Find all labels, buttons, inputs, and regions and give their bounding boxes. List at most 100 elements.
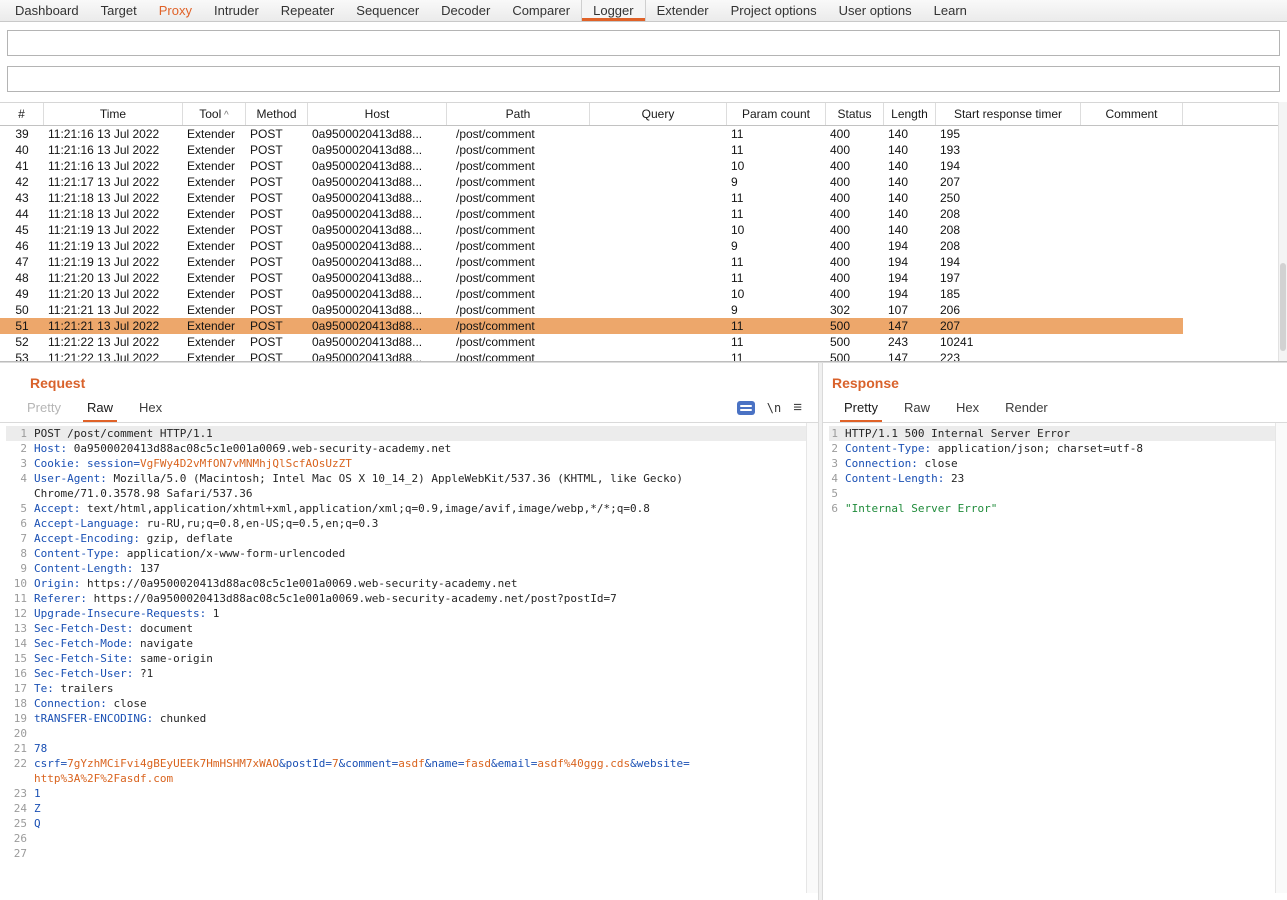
cell-timer: 208 <box>936 238 1081 254</box>
log-row-40[interactable]: 4011:21:16 13 Jul 2022ExtenderPOST0a9500… <box>0 142 1287 158</box>
editor-line[interactable]: 14Sec-Fetch-Mode: navigate <box>6 636 818 651</box>
top-tab-target[interactable]: Target <box>90 0 148 21</box>
cell-number: 46 <box>0 238 44 254</box>
editor-line[interactable]: 19tRANSFER-ENCODING: chunked <box>6 711 818 726</box>
column-header-number[interactable]: # <box>0 103 44 125</box>
top-tab-intruder[interactable]: Intruder <box>203 0 270 21</box>
capture-filter-bar[interactable]: Capture filter: Logger memory limit set … <box>7 30 1280 56</box>
log-row-49[interactable]: 4911:21:20 13 Jul 2022ExtenderPOST0a9500… <box>0 286 1287 302</box>
subtab-raw[interactable]: Raw <box>74 393 126 422</box>
column-header-method[interactable]: Method <box>246 103 308 125</box>
top-tab-logger[interactable]: Logger <box>581 0 645 21</box>
editor-line[interactable]: 6Accept-Language: ru-RU,ru;q=0.8,en-US;q… <box>6 516 818 531</box>
log-row-41[interactable]: 4111:21:16 13 Jul 2022ExtenderPOST0a9500… <box>0 158 1287 174</box>
editor-line[interactable]: 2178 <box>6 741 818 756</box>
top-tab-decoder[interactable]: Decoder <box>430 0 501 21</box>
newline-toggle[interactable]: \n <box>767 401 781 415</box>
response-editor-scrollbar[interactable] <box>1275 423 1287 893</box>
log-row-51[interactable]: 5111:21:21 13 Jul 2022ExtenderPOST0a9500… <box>0 318 1287 334</box>
cell-number: 40 <box>0 142 44 158</box>
top-tab-project-options[interactable]: Project options <box>720 0 828 21</box>
log-row-52[interactable]: 5211:21:22 13 Jul 2022ExtenderPOST0a9500… <box>0 334 1287 350</box>
editor-line[interactable]: 5Accept: text/html,application/xhtml+xml… <box>6 501 818 516</box>
table-scrollbar-thumb[interactable] <box>1280 263 1286 351</box>
top-tab-sequencer[interactable]: Sequencer <box>345 0 430 21</box>
editor-line[interactable]: 1HTTP/1.1 500 Internal Server Error <box>829 426 1287 441</box>
top-tab-learn[interactable]: Learn <box>923 0 978 21</box>
editor-line[interactable]: 4User-Agent: Mozilla/5.0 (Macintosh; Int… <box>6 471 818 501</box>
editor-line[interactable]: 12Upgrade-Insecure-Requests: 1 <box>6 606 818 621</box>
editor-line[interactable]: 17Te: trailers <box>6 681 818 696</box>
editor-line[interactable]: 2Content-Type: application/json; charset… <box>829 441 1287 456</box>
cell-time: 11:21:18 13 Jul 2022 <box>44 206 183 222</box>
log-row-45[interactable]: 4511:21:19 13 Jul 2022ExtenderPOST0a9500… <box>0 222 1287 238</box>
editor-line[interactable]: 18Connection: close <box>6 696 818 711</box>
subtab-raw[interactable]: Raw <box>891 393 943 422</box>
editor-line[interactable]: 6"Internal Server Error" <box>829 501 1287 516</box>
editor-line[interactable]: 3Connection: close <box>829 456 1287 471</box>
log-row-47[interactable]: 4711:21:19 13 Jul 2022ExtenderPOST0a9500… <box>0 254 1287 270</box>
editor-line[interactable]: 231 <box>6 786 818 801</box>
column-header-param-count[interactable]: Param count <box>727 103 826 125</box>
column-header-time[interactable]: Time <box>44 103 183 125</box>
log-row-46[interactable]: 4611:21:19 13 Jul 2022ExtenderPOST0a9500… <box>0 238 1287 254</box>
top-tab-comparer[interactable]: Comparer <box>501 0 581 21</box>
subtab-pretty[interactable]: Pretty <box>14 393 74 422</box>
editor-line[interactable]: 1POST /post/comment HTTP/1.1 <box>6 426 818 441</box>
editor-line[interactable]: 2Host: 0a9500020413d88ac08c5c1e001a0069.… <box>6 441 818 456</box>
column-header-host[interactable]: Host <box>308 103 447 125</box>
log-row-39[interactable]: 3911:21:16 13 Jul 2022ExtenderPOST0a9500… <box>0 126 1287 142</box>
editor-menu-icon[interactable]: ≡ <box>793 400 802 415</box>
subtab-pretty[interactable]: Pretty <box>831 393 891 422</box>
subtab-hex[interactable]: Hex <box>126 393 175 422</box>
log-row-44[interactable]: 4411:21:18 13 Jul 2022ExtenderPOST0a9500… <box>0 206 1287 222</box>
response-editor[interactable]: 1HTTP/1.1 500 Internal Server Error2Cont… <box>823 423 1287 893</box>
subtab-render[interactable]: Render <box>992 393 1061 422</box>
cell-host: 0a9500020413d88... <box>308 286 447 302</box>
format-icon[interactable] <box>737 401 755 415</box>
top-tab-repeater[interactable]: Repeater <box>270 0 345 21</box>
editor-line[interactable]: 11Referer: https://0a9500020413d88ac08c5… <box>6 591 818 606</box>
column-header-comment[interactable]: Comment <box>1081 103 1183 125</box>
cell-filler <box>1183 318 1287 334</box>
request-editor-scrollbar[interactable] <box>806 423 818 893</box>
editor-line[interactable]: 15Sec-Fetch-Site: same-origin <box>6 651 818 666</box>
column-header-length[interactable]: Length <box>884 103 936 125</box>
column-header-query[interactable]: Query <box>590 103 727 125</box>
editor-line[interactable]: 24Z <box>6 801 818 816</box>
log-row-42[interactable]: 4211:21:17 13 Jul 2022ExtenderPOST0a9500… <box>0 174 1287 190</box>
editor-line[interactable]: 20 <box>6 726 818 741</box>
editor-line[interactable]: 25Q <box>6 816 818 831</box>
column-header-start-response-timer[interactable]: Start response timer <box>936 103 1081 125</box>
log-row-53[interactable]: 5311:21:22 13 Jul 2022ExtenderPOST0a9500… <box>0 350 1287 362</box>
log-row-48[interactable]: 4811:21:20 13 Jul 2022ExtenderPOST0a9500… <box>0 270 1287 286</box>
log-row-43[interactable]: 4311:21:18 13 Jul 2022ExtenderPOST0a9500… <box>0 190 1287 206</box>
top-tab-proxy[interactable]: Proxy <box>148 0 203 21</box>
top-tab-dashboard[interactable]: Dashboard <box>4 0 90 21</box>
editor-line[interactable]: 10Origin: https://0a9500020413d88ac08c5c… <box>6 576 818 591</box>
editor-line[interactable]: 5 <box>829 486 1287 501</box>
request-editor[interactable]: 1POST /post/comment HTTP/1.12Host: 0a950… <box>0 423 818 893</box>
cell-filler <box>1183 158 1287 174</box>
cell-status: 400 <box>826 286 884 302</box>
editor-line[interactable]: 16Sec-Fetch-User: ?1 <box>6 666 818 681</box>
top-tab-user-options[interactable]: User options <box>828 0 923 21</box>
view-filter-bar[interactable]: View filter: Showing all items <box>7 66 1280 92</box>
editor-line[interactable]: 9Content-Length: 137 <box>6 561 818 576</box>
top-tab-extender[interactable]: Extender <box>646 0 720 21</box>
editor-line[interactable]: 8Content-Type: application/x-www-form-ur… <box>6 546 818 561</box>
editor-line[interactable]: 3Cookie: session=VgFWy4D2vMfON7vMNMhjQlS… <box>6 456 818 471</box>
editor-line[interactable]: 26 <box>6 831 818 846</box>
column-header-tool[interactable]: Tool ^ <box>183 103 246 125</box>
editor-line[interactable]: 22csrf=7gYzhMCiFvi4gBEyUEEk7HmHSHM7xWAO&… <box>6 756 818 786</box>
column-header-path[interactable]: Path <box>447 103 590 125</box>
editor-line[interactable]: 7Accept-Encoding: gzip, deflate <box>6 531 818 546</box>
subtab-hex[interactable]: Hex <box>943 393 992 422</box>
editor-line[interactable]: 27 <box>6 846 818 861</box>
editor-line[interactable]: 4Content-Length: 23 <box>829 471 1287 486</box>
editor-line[interactable]: 13Sec-Fetch-Dest: document <box>6 621 818 636</box>
column-header-status[interactable]: Status <box>826 103 884 125</box>
log-row-50[interactable]: 5011:21:21 13 Jul 2022ExtenderPOST0a9500… <box>0 302 1287 318</box>
table-scrollbar[interactable] <box>1278 102 1287 361</box>
cell-query <box>590 190 727 206</box>
